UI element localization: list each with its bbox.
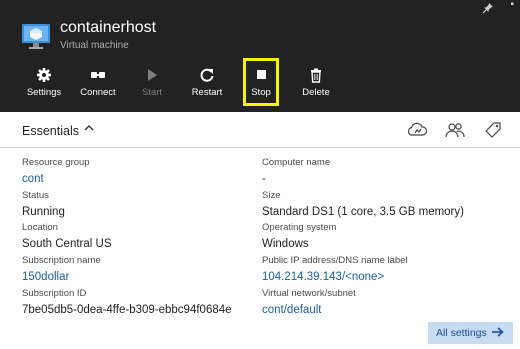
status-value: Running [22,206,65,218]
resource-group-link[interactable]: cont [22,171,90,187]
trash-icon [311,68,321,83]
stop-icon [257,70,266,79]
tag-icon[interactable] [482,121,504,139]
vnet-field: Virtual network/subnet cont/default [262,288,356,318]
computer-name-value: - [262,173,266,185]
size-field: Size Standard DS1 (1 core, 3.5 GB memory… [262,190,464,220]
play-icon [148,69,157,81]
vm-header: containerhost Virtual machine ▪ Settings [0,0,520,112]
all-settings-label: All settings [436,327,487,339]
status-field: Status Running [22,190,65,220]
subscription-id-label: Subscription ID [22,288,87,299]
subscription-name-link[interactable]: 150dollar [22,269,101,285]
users-icon[interactable] [444,121,466,139]
virtual-machine-icon [22,24,50,49]
settings-label: Settings [26,87,62,98]
location-field: Location South Central US [22,222,112,252]
start-button[interactable]: Start [134,58,170,104]
os-label: Operating system [262,222,337,233]
size-value: Standard DS1 (1 core, 3.5 GB memory) [262,206,464,218]
subscription-name-label: Subscription name [22,255,101,266]
subscription-id-value: 7be05db5-0dea-4ffe-b309-ebbc94f0684e [22,304,232,316]
resource-group-field: Resource group cont [22,157,90,187]
size-label: Size [262,190,281,201]
arrow-right-icon [491,327,504,337]
restart-icon [200,68,214,82]
more-icon[interactable]: ▪ [510,0,514,10]
vnet-link[interactable]: cont/default [262,302,356,318]
connect-label: Connect [80,87,116,98]
vm-title: containerhost [60,19,157,36]
subscription-name-field: Subscription name 150dollar [22,255,101,285]
connect-icon [91,72,105,78]
vnet-label: Virtual network/subnet [262,288,356,299]
subscription-id-field: Subscription ID 7be05db5-0dea-4ffe-b309-… [22,288,232,318]
essentials-title[interactable]: Essentials [22,124,79,138]
gear-icon [37,68,51,82]
public-ip-link[interactable]: 104.214.39.143/<none> [262,269,408,285]
location-label: Location [22,222,58,233]
computer-name-field: Computer name - [262,157,330,187]
delete-button[interactable]: Delete [298,58,334,104]
status-label: Status [22,190,49,201]
public-ip-field: Public IP address/DNS name label 104.214… [262,255,408,285]
os-field: Operating system Windows [262,222,336,252]
cloud-icon[interactable] [406,121,428,139]
start-label: Start [141,87,163,98]
os-value: Windows [262,238,309,250]
stop-label: Stop [251,87,271,98]
restart-label: Restart [191,87,223,98]
essentials-bar: Essentials [0,112,520,148]
connect-button[interactable]: Connect [78,58,118,104]
vm-subtitle: Virtual machine [60,40,129,51]
resource-group-label: Resource group [22,157,90,168]
location-value: South Central US [22,238,112,250]
stop-button[interactable]: Stop [243,58,279,106]
computer-name-label: Computer name [262,157,331,168]
settings-button[interactable]: Settings [24,58,64,104]
public-ip-label: Public IP address/DNS name label [262,255,408,266]
pin-icon[interactable] [482,2,494,14]
all-settings-button[interactable]: All settings [428,322,513,344]
restart-button[interactable]: Restart [188,58,226,104]
delete-label: Delete [302,87,330,98]
chevron-up-icon[interactable] [83,122,95,134]
